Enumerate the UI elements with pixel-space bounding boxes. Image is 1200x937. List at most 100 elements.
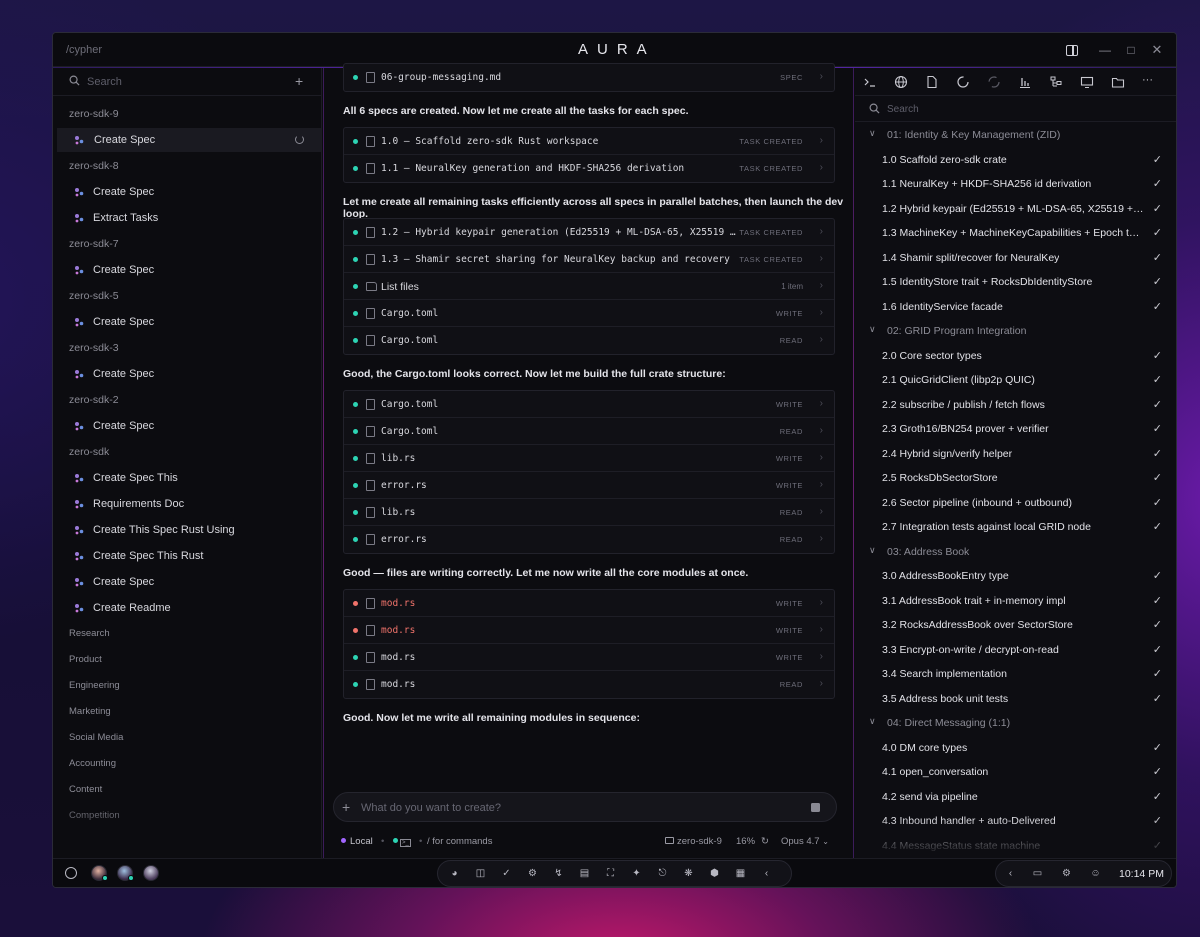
document-icon[interactable] (925, 75, 939, 89)
more-icon[interactable]: ··· (1142, 75, 1156, 89)
tool-call-row[interactable]: lib.rs WRITE › (344, 445, 834, 472)
task-item[interactable]: 2.2 subscribe / publish / fetch flows ✓ (855, 393, 1176, 417)
tasks-icon[interactable] (1049, 75, 1063, 89)
settings-icon[interactable]: ⚙ (526, 867, 539, 880)
tasks-search[interactable]: Search (855, 96, 1176, 122)
category-item[interactable]: Marketing (69, 706, 111, 717)
sidebar-item[interactable]: Create Spec (69, 180, 321, 204)
task-item[interactable]: 2.4 Hybrid sign/verify helper ✓ (855, 442, 1176, 466)
category-item[interactable]: Engineering (69, 680, 120, 691)
task-item[interactable]: 3.2 RocksAddressBook over SectorStore ✓ (855, 613, 1176, 637)
tool-call-row[interactable]: mod.rs WRITE › (344, 644, 834, 671)
user-icon[interactable]: ☺ (1089, 867, 1102, 880)
sidebar-item[interactable]: Create Spec This Rust (69, 544, 321, 568)
cube-icon[interactable]: ⬢ (708, 867, 721, 880)
tool-call-row[interactable]: Cargo.toml WRITE › (344, 300, 834, 327)
tool-call-row[interactable]: List files 1 item › (344, 273, 834, 300)
chevron-right-icon[interactable]: › (820, 162, 823, 173)
avatar[interactable] (117, 865, 134, 881)
chevron-right-icon[interactable]: › (820, 334, 823, 345)
chevron-right-icon[interactable]: › (820, 71, 823, 82)
panel-toggle-icon[interactable] (1066, 45, 1078, 56)
sidebar-item[interactable]: Create Readme (69, 596, 321, 620)
check-icon[interactable]: ✓ (500, 867, 513, 880)
chevron-right-icon[interactable]: › (820, 135, 823, 146)
category-item[interactable]: Accounting (69, 758, 116, 769)
tool-call-row[interactable]: mod.rs READ › (344, 671, 834, 698)
task-item[interactable]: 2.0 Core sector types ✓ (855, 344, 1176, 368)
sidebar-item[interactable]: Create Spec This (69, 466, 321, 490)
sidebar-item[interactable]: Create Spec (69, 362, 321, 386)
tool-call-row[interactable]: 1.0 — Scaffold zero-sdk Rust workspace TA… (344, 128, 834, 155)
chevron-right-icon[interactable]: › (820, 398, 823, 409)
terminal-toggle[interactable]: >_ (393, 836, 411, 847)
task-section-header[interactable]: ∨ 03: Address Book (855, 540, 1176, 564)
task-item[interactable]: 4.3 Inbound handler + auto-Delivered ✓ (855, 809, 1176, 833)
tool-call-row[interactable]: error.rs WRITE › (344, 472, 834, 499)
task-section-header[interactable]: ∨ 04: Direct Messaging (1:1) (855, 711, 1176, 735)
tool-call-row[interactable]: Cargo.toml READ › (344, 327, 834, 354)
tool-call-row[interactable]: Cargo.toml WRITE › (344, 391, 834, 418)
chevron-right-icon[interactable]: › (820, 226, 823, 237)
prompt-input[interactable]: What do you want to create? (361, 802, 501, 814)
globe-icon[interactable] (894, 75, 908, 89)
category-item[interactable]: Product (69, 654, 102, 665)
category-item[interactable]: Content (69, 784, 102, 795)
refresh-icon[interactable]: ↻ (761, 836, 769, 847)
task-item[interactable]: 4.1 open_conversation ✓ (855, 760, 1176, 784)
task-item[interactable]: 2.1 QuicGridClient (libp2p QUIC) ✓ (855, 368, 1176, 392)
tool-call-row[interactable]: 06-group-messaging.md SPEC › (344, 64, 834, 91)
tool-call-row[interactable]: 1.3 — Shamir secret sharing for NeuralKe… (344, 246, 834, 273)
bolt-icon[interactable]: ↯ (552, 867, 565, 880)
task-item[interactable]: 3.4 Search implementation ✓ (855, 662, 1176, 686)
mode-selector[interactable]: Local (341, 836, 373, 847)
loading-icon[interactable] (956, 75, 970, 89)
chevron-right-icon[interactable]: › (820, 506, 823, 517)
tool-call-row[interactable]: mod.rs WRITE › (344, 590, 834, 617)
task-item[interactable]: 1.0 Scaffold zero-sdk crate ✓ (855, 148, 1176, 172)
document-icon[interactable]: ▤ (578, 867, 591, 880)
stop-icon[interactable] (811, 803, 820, 812)
chevron-right-icon[interactable]: › (820, 425, 823, 436)
plug-icon[interactable]: ⎋ (656, 867, 669, 880)
attach-icon[interactable]: + (342, 799, 350, 815)
category-item[interactable]: Competition (69, 810, 120, 821)
sidebar-item[interactable]: Create Spec (69, 570, 321, 594)
close-icon[interactable]: ✕ (1149, 42, 1165, 58)
puzzle-icon[interactable]: ✦ (630, 867, 643, 880)
sidebar-item[interactable]: Create Spec (69, 258, 321, 282)
task-item[interactable]: 1.5 IdentityStore trait + RocksDbIdentit… (855, 270, 1176, 294)
chevron-right-icon[interactable]: › (820, 307, 823, 318)
sidebar-search[interactable]: Search + (53, 68, 321, 96)
sidebar-item[interactable]: Create Spec (69, 310, 321, 334)
task-item[interactable]: 4.4 MessageStatus state machine ✓ (855, 834, 1176, 858)
project-indicator[interactable]: zero-sdk-9 (665, 836, 722, 847)
task-item[interactable]: 3.0 AddressBookEntry type ✓ (855, 564, 1176, 588)
sidebar-item[interactable]: Extract Tasks (69, 206, 321, 230)
stats-icon[interactable] (1018, 75, 1032, 89)
sidebar-item[interactable]: Create This Spec Rust Using (69, 518, 321, 542)
task-item[interactable]: 2.5 RocksDbSectorStore ✓ (855, 466, 1176, 490)
add-project-icon[interactable]: + (295, 73, 303, 89)
task-item[interactable]: 2.7 Integration tests against local GRID… (855, 515, 1176, 539)
task-item[interactable]: 2.6 Sector pipeline (inbound + outbound)… (855, 491, 1176, 515)
progress-icon[interactable] (987, 75, 1001, 89)
chevron-right-icon[interactable]: › (820, 651, 823, 662)
home-icon[interactable] (65, 867, 77, 879)
settings-icon[interactable]: ⚙ (1060, 867, 1073, 880)
sidebar-item[interactable]: Create Spec (57, 128, 321, 152)
chevron-right-icon[interactable]: › (820, 280, 823, 291)
card-icon[interactable]: ▭ (1031, 867, 1044, 880)
maximize-icon[interactable]: □ (1123, 42, 1139, 58)
chevron-left-icon[interactable]: ‹ (760, 867, 773, 880)
chevron-right-icon[interactable]: › (820, 533, 823, 544)
task-section-header[interactable]: ∨ 02: GRID Program Integration (855, 319, 1176, 343)
task-section-header[interactable]: ∨ 01: Identity & Key Management (ZID) (855, 123, 1176, 147)
task-item[interactable]: 1.2 Hybrid keypair (Ed25519 + ML-DSA-65,… (855, 197, 1176, 221)
task-item[interactable]: 1.6 IdentityService facade ✓ (855, 295, 1176, 319)
sidebar-item[interactable]: Create Spec (69, 414, 321, 438)
chevron-right-icon[interactable]: › (820, 597, 823, 608)
category-item[interactable]: Research (69, 628, 110, 639)
sidebar-search-input[interactable]: Search (87, 76, 122, 88)
model-selector[interactable]: Opus 4.7 ⌄ (781, 836, 829, 847)
